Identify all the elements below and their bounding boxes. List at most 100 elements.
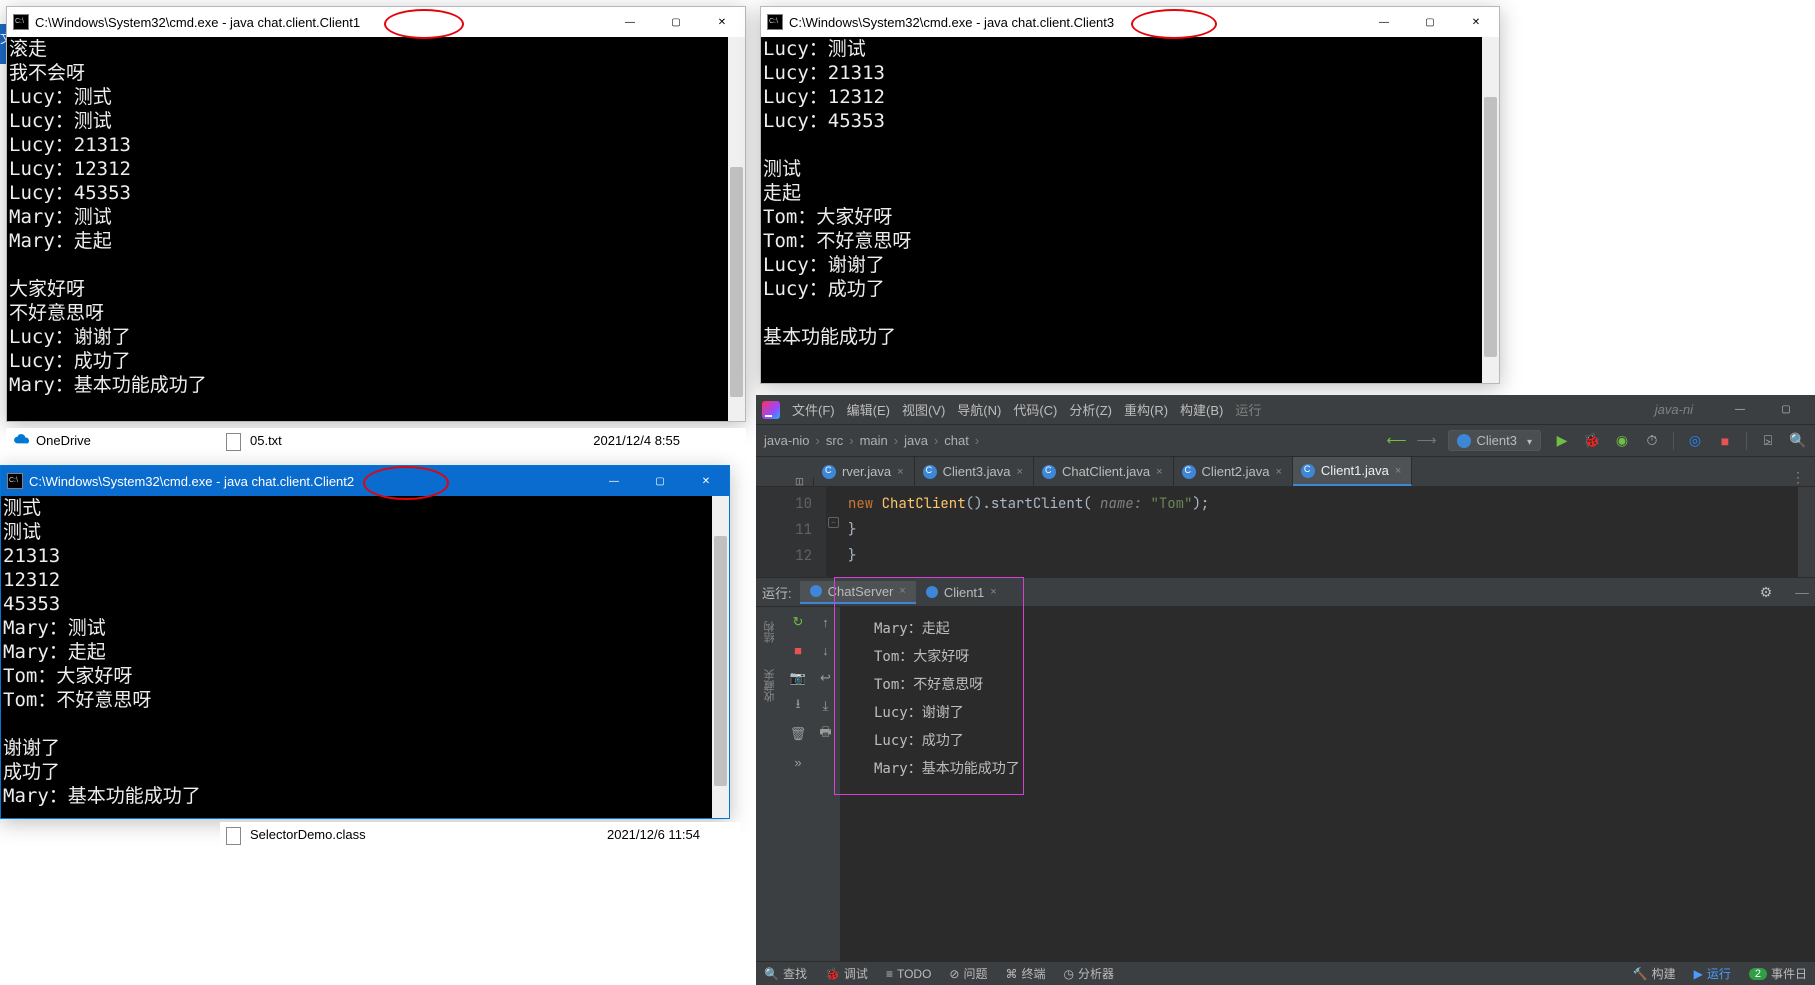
code-content[interactable]: new ChatClient().startClient( name: "Tom…	[848, 487, 1209, 577]
close-run-tab-icon[interactable]: ×	[990, 586, 996, 598]
search-button-icon[interactable]: 🔍	[1789, 432, 1807, 450]
maximize-button[interactable]: ▢	[1763, 395, 1809, 425]
scrollbar[interactable]	[712, 496, 729, 818]
code-editor[interactable]: 10 11 12 – new ChatClient().startClient(…	[756, 487, 1815, 577]
console-output[interactable]: 测式测试213131231245353Mary：测试Mary：走起Tom：大家好…	[1, 496, 729, 818]
nav-forward-icon[interactable]: ⟶	[1418, 432, 1436, 450]
close-tab-icon[interactable]: ×	[1017, 466, 1023, 478]
editor-tab[interactable]: Client2.java×	[1174, 457, 1293, 486]
rerun-icon[interactable]: ↻	[789, 613, 807, 631]
close-button[interactable]: ✕	[1453, 7, 1499, 37]
close-button[interactable]: ✕	[683, 466, 729, 496]
maximize-button[interactable]: ▢	[653, 7, 699, 37]
close-button[interactable]: ✕	[699, 7, 745, 37]
menu-edit[interactable]: 编辑(E)	[847, 400, 890, 419]
explorer-fragment: SelectorDemo.class 2021/12/6 11:54	[220, 822, 740, 850]
minimize-button[interactable]: —	[591, 466, 637, 496]
cmd-window-client2: C:\Windows\System32\cmd.exe - java chat.…	[0, 465, 730, 819]
titlebar[interactable]: C:\Windows\System32\cmd.exe - java chat.…	[1, 466, 729, 496]
coverage-button-icon[interactable]: ◉	[1613, 432, 1631, 450]
crumb[interactable]: chat	[944, 433, 969, 448]
maximize-button[interactable]: ▢	[637, 466, 683, 496]
editor-tab[interactable]: Client3.java×	[915, 457, 1034, 486]
editor-tab[interactable]: rver.java×	[814, 457, 915, 486]
file-name[interactable]: 05.txt	[250, 433, 282, 448]
crumb[interactable]: java	[904, 433, 928, 448]
minimize-button[interactable]: —	[1717, 395, 1763, 425]
crumb[interactable]: java-nio	[764, 433, 810, 448]
attach-button-icon[interactable]: ◎	[1686, 432, 1704, 450]
menu-refactor[interactable]: 重构(R)	[1124, 400, 1168, 419]
nav-back-icon[interactable]: ⟵	[1388, 432, 1406, 450]
menu-build[interactable]: 构建(B)	[1180, 400, 1223, 419]
left-tool-strip: 结构 收藏夹	[756, 607, 784, 961]
menu-view[interactable]: 视图(V)	[902, 400, 945, 419]
status-todo[interactable]: ≡ TODO	[886, 967, 931, 981]
scroll-icon[interactable]: ⤓	[817, 697, 835, 715]
project-tool-button[interactable]: ⊟	[786, 477, 814, 486]
titlebar[interactable]: C:\Windows\System32\cmd.exe - java chat.…	[761, 7, 1499, 37]
console-output[interactable]: 滚走我不会呀Lucy：测式Lucy：测试Lucy：21313Lucy：12312…	[7, 37, 745, 421]
status-build[interactable]: 🔨 构建	[1633, 965, 1676, 982]
status-problems[interactable]: ⊘ 问题	[949, 965, 987, 982]
menu-code[interactable]: 代码(C)	[1013, 400, 1057, 419]
menu-navigate[interactable]: 导航(N)	[957, 400, 1001, 419]
close-tab-icon[interactable]: ×	[1275, 466, 1281, 478]
maximize-button[interactable]: ▢	[1407, 7, 1453, 37]
camera-icon[interactable]: 📷	[789, 669, 807, 687]
onedrive-label[interactable]: OneDrive	[36, 433, 91, 448]
file-name[interactable]: SelectorDemo.class	[250, 827, 366, 842]
menu-run[interactable]: 运行	[1235, 400, 1261, 419]
wrap-icon[interactable]: ↩	[817, 669, 835, 687]
close-tab-icon[interactable]: ×	[1156, 466, 1162, 478]
status-terminal[interactable]: ⌘ 终端	[1005, 965, 1045, 982]
run-button-icon[interactable]: ▶	[1553, 432, 1571, 450]
crumb[interactable]: main	[860, 433, 888, 448]
minimize-button[interactable]: —	[607, 7, 653, 37]
status-profiler[interactable]: ◷ 分析器	[1064, 965, 1115, 982]
structure-tab[interactable]: 结构	[762, 621, 778, 643]
editor-tab[interactable]: Client1.java×	[1293, 457, 1412, 486]
editor-tab[interactable]: ChatClient.java×	[1034, 457, 1174, 486]
run-tab[interactable]: Client1×	[916, 581, 1007, 604]
up-icon[interactable]: ↑	[817, 613, 835, 631]
tab-overflow-icon[interactable]: ⋮	[1789, 468, 1807, 486]
profile-button-icon[interactable]: ⏱	[1643, 432, 1661, 450]
gear-icon[interactable]: ⚙	[1757, 583, 1775, 601]
minimize-button[interactable]: —	[1361, 7, 1407, 37]
console-line: 成功了	[3, 760, 729, 784]
run-config-selector[interactable]: Client3	[1448, 430, 1542, 451]
console-line: 测式	[3, 496, 729, 520]
close-tab-icon[interactable]: ×	[897, 466, 903, 478]
export-icon[interactable]: ⭳	[789, 697, 807, 715]
run-tab[interactable]: ChatServer×	[800, 581, 916, 604]
status-debug[interactable]: 🐞 调试	[825, 965, 868, 982]
run-console-output[interactable]: Mary：走起Tom：大家好呀Tom：不好意思呀Lucy：谢谢了Lucy：成功了…	[840, 607, 1815, 961]
git-button-icon[interactable]: ⍄	[1759, 432, 1777, 450]
console-output[interactable]: Lucy：测试Lucy：21313Lucy：12312Lucy：45353 测试…	[761, 37, 1499, 383]
status-find[interactable]: 🔍 查找	[764, 965, 807, 982]
titlebar[interactable]: C:\Windows\System32\cmd.exe - java chat.…	[7, 7, 745, 37]
print-icon[interactable]: 🖶	[817, 725, 835, 743]
status-run[interactable]: ▶ 运行	[1694, 965, 1731, 982]
stop-button-icon[interactable]: ■	[1716, 432, 1734, 450]
close-run-tab-icon[interactable]: ×	[899, 585, 905, 597]
menu-analyze[interactable]: 分析(Z)	[1069, 400, 1112, 419]
trash-icon[interactable]: 🗑	[789, 725, 807, 743]
ide-menubar[interactable]: 文件(F) 编辑(E) 视图(V) 导航(N) 代码(C) 分析(Z) 重构(R…	[756, 395, 1815, 425]
console-line: Lucy：谢谢了	[763, 253, 1499, 277]
crumb[interactable]: src	[826, 433, 843, 448]
stop-icon[interactable]: ■	[789, 641, 807, 659]
down-icon[interactable]: ↓	[817, 641, 835, 659]
close-tab-icon[interactable]: ×	[1395, 465, 1401, 477]
expand-icon[interactable]: »	[789, 753, 807, 771]
fold-gutter[interactable]: –	[826, 487, 848, 577]
scrollbar[interactable]	[728, 37, 745, 421]
status-events[interactable]: 2 事件日	[1749, 965, 1807, 982]
menu-file[interactable]: 文件(F)	[792, 400, 835, 419]
breadcrumb[interactable]: java-nio src main java chat	[764, 433, 983, 448]
hide-panel-icon[interactable]: —	[1793, 583, 1811, 601]
scrollbar[interactable]	[1482, 37, 1499, 383]
favorites-tab[interactable]: 收藏夹	[762, 669, 778, 702]
debug-button-icon[interactable]: 🐞	[1583, 432, 1601, 450]
